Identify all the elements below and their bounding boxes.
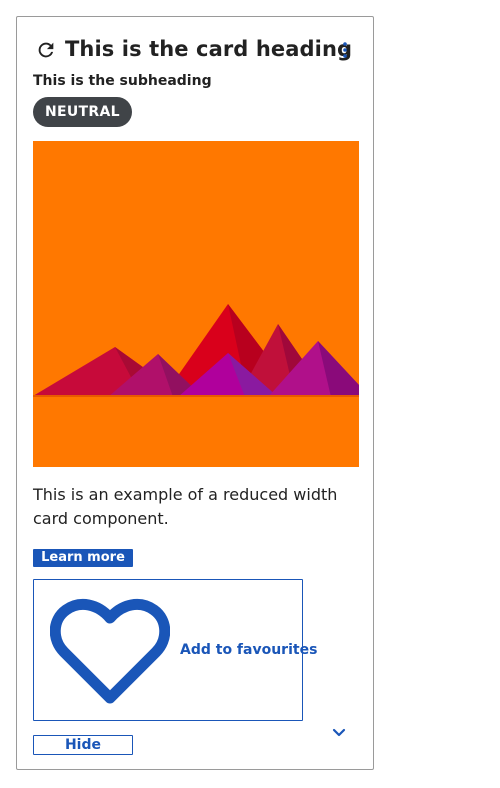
card-description: This is an example of a reduced width ca… <box>33 485 338 528</box>
status-badge: NEUTRAL <box>33 97 132 127</box>
card: This is the card heading This is the sub… <box>16 16 374 770</box>
hide-button[interactable]: Hide <box>33 735 133 755</box>
add-to-favourites-button[interactable]: Add to favourites <box>33 579 317 721</box>
hero-image <box>33 141 359 467</box>
more-vertical-icon[interactable] <box>341 41 349 59</box>
learn-more-button[interactable]: Learn more <box>33 549 133 567</box>
chevron-down-icon[interactable] <box>331 727 347 739</box>
add-to-favourites-label: Add to favourites <box>180 642 318 658</box>
refresh-icon[interactable] <box>35 39 57 61</box>
card-heading: This is the card heading <box>65 37 353 61</box>
mountains-illustration <box>33 141 359 467</box>
heart-icon <box>50 598 170 704</box>
card-subheading: This is the subheading <box>33 73 212 89</box>
